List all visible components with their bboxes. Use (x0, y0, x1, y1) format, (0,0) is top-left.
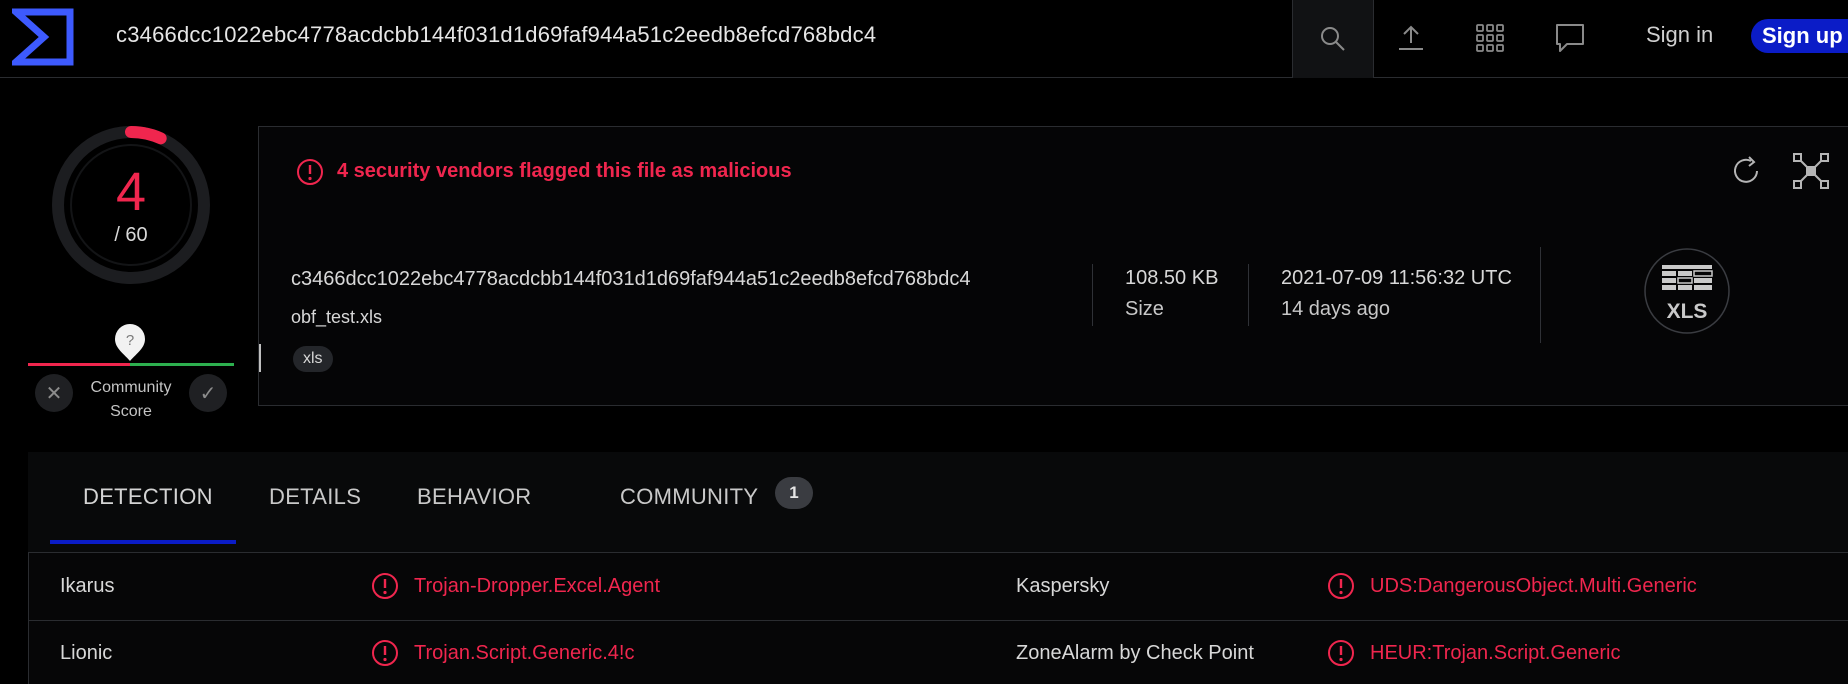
chat-icon (1556, 24, 1584, 52)
reanalyze-icon[interactable] (1730, 154, 1764, 188)
divider (1092, 264, 1093, 326)
detection-result: Trojan-Dropper.Excel.Agent (414, 575, 661, 597)
sign-in-link[interactable]: Sign in (1646, 22, 1713, 48)
row-divider (28, 620, 1848, 621)
detection-total: / 60 (114, 224, 148, 246)
community-score-label: Community Score (90, 379, 172, 420)
community-score-bar-negative (28, 363, 130, 366)
malicious-alert: 4 security vendors flagged this file as … (337, 160, 792, 182)
close-icon: ✕ (45, 382, 63, 405)
file-tag[interactable]: xls (293, 346, 333, 372)
active-tab-indicator (50, 540, 236, 544)
community-score-bar-positive (130, 363, 234, 366)
apps-button[interactable] (1472, 20, 1508, 56)
alert-icon (297, 159, 323, 185)
tab-detection[interactable]: DETECTION (83, 484, 213, 510)
alert-icon (372, 573, 398, 599)
vendor-name: Kaspersky (1016, 575, 1110, 597)
community-count-badge: 1 (775, 477, 813, 509)
detection-count: 4 (115, 162, 147, 222)
detection-score-arc (125, 126, 167, 145)
search-button[interactable] (1293, 0, 1373, 78)
tab-community[interactable]: COMMUNITY (620, 484, 758, 510)
tab-behavior[interactable]: BEHAVIOR (417, 484, 531, 510)
community-score-marker-icon: ? (115, 324, 145, 361)
file-size-label: Size (1125, 298, 1164, 320)
detection-result: HEUR:Trojan.Script.Generic (1370, 642, 1621, 664)
vendor-name: Lionic (60, 642, 113, 664)
vendor-name: Ikarus (60, 575, 115, 597)
file-name: obf_test.xls (291, 307, 383, 327)
vote-harmful-button[interactable]: ✕ (35, 374, 73, 412)
alert-icon (372, 640, 398, 666)
svg-text:?: ? (126, 332, 134, 349)
upload-icon (1399, 25, 1423, 50)
file-size-value: 108.50 KB (1125, 267, 1219, 289)
vendor-name: ZoneAlarm by Check Point (1016, 642, 1254, 664)
logo-icon[interactable] (12, 8, 74, 66)
divider (1373, 0, 1374, 78)
apps-grid-icon (1476, 24, 1504, 52)
svg-text:XLS: XLS (1667, 300, 1708, 323)
alert-icon (1328, 640, 1354, 666)
file-hash[interactable]: c3466dcc1022ebc4778acdcbb144f031d1d69faf… (291, 268, 971, 291)
search-input[interactable]: c3466dcc1022ebc4778acdcbb144f031d1d69faf… (116, 22, 876, 48)
xls-file-type-icon: XLS (1644, 248, 1730, 334)
sign-up-button[interactable]: Sign up (1751, 19, 1848, 53)
tab-details[interactable]: DETAILS (269, 484, 361, 510)
vote-harmless-button[interactable]: ✓ (189, 374, 227, 412)
detection-result: UDS:DangerousObject.Multi.Generic (1370, 575, 1697, 597)
divider (1248, 264, 1249, 326)
upload-button[interactable] (1393, 20, 1429, 56)
search-icon (1321, 27, 1345, 51)
divider (1540, 247, 1541, 343)
check-icon: ✓ (199, 382, 217, 405)
analysis-date: 2021-07-09 11:56:32 UTC (1281, 267, 1512, 289)
chat-button[interactable] (1552, 20, 1588, 56)
graph-icon[interactable] (1792, 152, 1830, 190)
text-cursor (259, 344, 261, 372)
detection-result: Trojan.Script.Generic.4!c (414, 642, 635, 664)
alert-icon (1328, 573, 1354, 599)
analysis-date-relative: 14 days ago (1281, 298, 1390, 320)
